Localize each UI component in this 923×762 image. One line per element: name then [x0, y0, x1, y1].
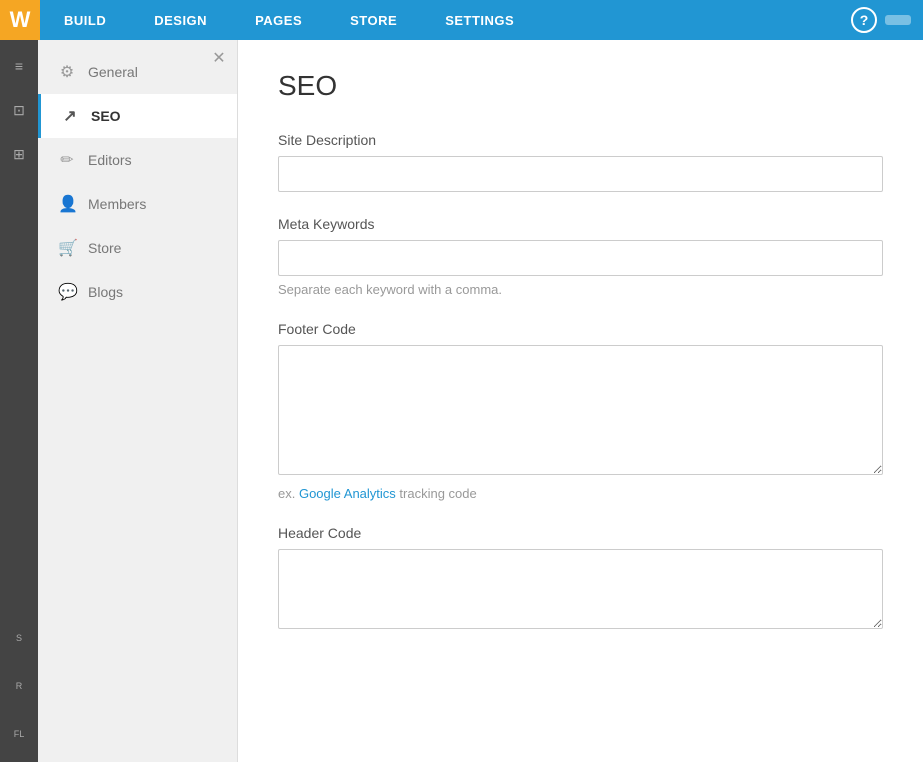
left-icon-pages[interactable]: ⊡ — [1, 92, 37, 128]
sidebar-item-editors[interactable]: ✏ Editors — [38, 138, 237, 182]
edit-icon: ✏ — [58, 150, 76, 170]
meta-keywords-group: Meta Keywords Separate each keyword with… — [278, 216, 883, 297]
left-icon-grid[interactable]: ⊞ — [1, 136, 37, 172]
sidebar-item-store-label: Store — [88, 240, 121, 256]
left-icon-menu[interactable]: ≡ — [1, 48, 37, 84]
sidebar-item-general-label: General — [88, 64, 138, 80]
members-icon: 👤 — [58, 194, 76, 214]
site-description-label: Site Description — [278, 132, 883, 148]
help-button[interactable]: ? — [851, 7, 877, 33]
left-icon-group-fl: FL — [1, 716, 37, 752]
header-code-textarea[interactable] — [278, 549, 883, 629]
meta-keywords-hint: Separate each keyword with a comma. — [278, 282, 883, 297]
close-button[interactable]: ✕ — [209, 48, 229, 68]
logo-button[interactable]: W — [0, 0, 40, 40]
sidebar-item-editors-label: Editors — [88, 152, 132, 168]
left-icon-group-2: ⊡ — [1, 92, 37, 128]
settings-sidebar: ✕ ⚙ General ↗ SEO ✏ Editors 👤 Members 🛒 … — [38, 40, 238, 762]
seo-icon: ↗ — [61, 106, 79, 126]
left-icon-group-r: R — [1, 668, 37, 704]
store-icon: 🛒 — [58, 238, 76, 258]
left-icon-group-s: S — [1, 620, 37, 656]
nav-settings[interactable]: SETTINGS — [421, 0, 538, 40]
nav-pages[interactable]: PAGES — [231, 0, 326, 40]
google-analytics-link[interactable]: Google Analytics — [299, 486, 396, 501]
footer-hint-suffix: tracking code — [396, 486, 477, 501]
sidebar-item-seo[interactable]: ↗ SEO — [38, 94, 237, 138]
left-icon-r-label: R — [1, 668, 37, 704]
left-icon-s-label: S — [1, 620, 37, 656]
header-code-label: Header Code — [278, 525, 883, 541]
site-description-group: Site Description — [278, 132, 883, 192]
sidebar-item-blogs[interactable]: 💬 Blogs — [38, 270, 237, 314]
sidebar-item-blogs-label: Blogs — [88, 284, 123, 300]
main-layout: ≡ ⊡ ⊞ S R FL ✕ ⚙ General ↗ SEO ✏ E — [0, 40, 923, 762]
content-area: SEO Site Description Meta Keywords Separ… — [238, 40, 923, 762]
sidebar-item-members-label: Members — [88, 196, 146, 212]
gear-icon: ⚙ — [58, 62, 76, 82]
nav-store[interactable]: STORE — [326, 0, 421, 40]
nav-build[interactable]: BUILD — [40, 0, 130, 40]
sidebar-item-seo-label: SEO — [91, 108, 121, 124]
meta-keywords-label: Meta Keywords — [278, 216, 883, 232]
header-code-group: Header Code — [278, 525, 883, 634]
blogs-icon: 💬 — [58, 282, 76, 302]
footer-code-label: Footer Code — [278, 321, 883, 337]
site-description-input[interactable] — [278, 156, 883, 192]
nav-right: ? — [839, 0, 923, 40]
footer-code-group: Footer Code ex. Google Analytics trackin… — [278, 321, 883, 501]
left-icon-group-1: ≡ — [1, 48, 37, 84]
nav-design[interactable]: DESIGN — [130, 0, 231, 40]
sidebar-item-store[interactable]: 🛒 Store — [38, 226, 237, 270]
sidebar-item-general[interactable]: ⚙ General — [38, 50, 237, 94]
left-icon-fl-label: FL — [1, 716, 37, 752]
footer-code-textarea[interactable] — [278, 345, 883, 475]
page-title: SEO — [278, 70, 883, 102]
meta-keywords-input[interactable] — [278, 240, 883, 276]
top-navigation: W BUILD DESIGN PAGES STORE SETTINGS ? — [0, 0, 923, 40]
footer-hint-prefix: ex. — [278, 486, 299, 501]
nav-items: BUILD DESIGN PAGES STORE SETTINGS — [40, 0, 839, 40]
left-icon-sidebar: ≡ ⊡ ⊞ S R FL — [0, 40, 38, 762]
left-icon-group-3: ⊞ — [1, 136, 37, 172]
footer-code-hint: ex. Google Analytics tracking code — [278, 486, 883, 501]
sidebar-item-members[interactable]: 👤 Members — [38, 182, 237, 226]
user-button[interactable] — [885, 15, 911, 25]
